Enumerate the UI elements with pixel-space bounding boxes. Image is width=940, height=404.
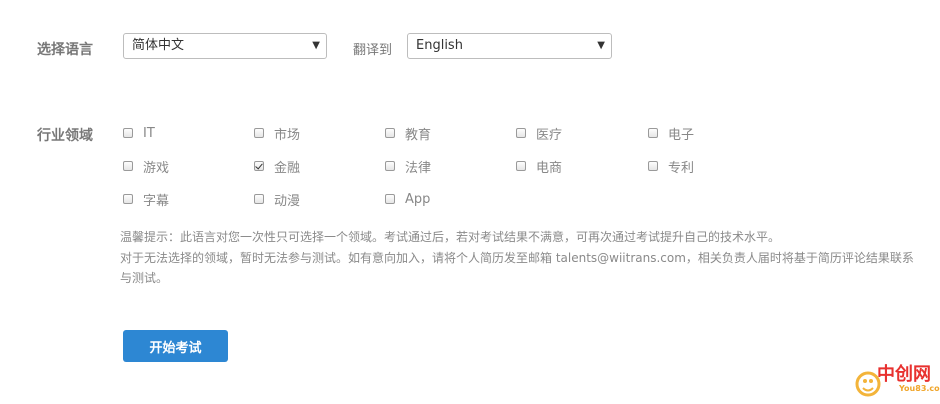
source-language-select[interactable]: 简体中文 ▼ bbox=[123, 33, 327, 59]
industry-checkbox[interactable] bbox=[516, 161, 526, 171]
language-label: 选择语言 bbox=[37, 42, 93, 58]
notice-line-1: 温馨提示：此语言对您一次性只可选择一个领域。考试通过后，若对考试结果不满意，可再… bbox=[120, 230, 781, 244]
target-language-select[interactable]: English ▼ bbox=[407, 33, 612, 59]
industry-option-label: 电商 bbox=[536, 160, 563, 176]
industry-checkbox[interactable] bbox=[254, 161, 264, 171]
industry-checkbox[interactable] bbox=[385, 128, 395, 138]
industry-option-label: 游戏 bbox=[143, 160, 170, 176]
industry-checkbox[interactable] bbox=[648, 161, 658, 171]
industry-option[interactable]: IT bbox=[123, 124, 155, 142]
industry-option[interactable]: 专利 bbox=[648, 157, 695, 176]
industry-checkbox[interactable] bbox=[123, 128, 133, 138]
industry-option[interactable]: 电子 bbox=[648, 124, 695, 143]
industry-checkbox[interactable] bbox=[385, 194, 395, 204]
industry-option-label: 电子 bbox=[668, 127, 695, 143]
notice-line-3: 与测试。 bbox=[120, 271, 169, 285]
dropdown-arrow-icon: ▼ bbox=[597, 40, 605, 51]
industry-option[interactable]: 字幕 bbox=[123, 190, 170, 209]
industry-checkbox[interactable] bbox=[254, 128, 264, 138]
industry-option-label: App bbox=[405, 191, 431, 207]
industry-option[interactable]: 教育 bbox=[385, 124, 432, 143]
industry-checkbox[interactable] bbox=[516, 128, 526, 138]
industry-checkbox[interactable] bbox=[254, 194, 264, 204]
industry-option[interactable]: 动漫 bbox=[254, 190, 301, 209]
industry-option-label: IT bbox=[143, 125, 155, 141]
notice-line-2: 对于无法选择的领域，暂时无法参与测试。如有意向加入，请将个人简历发至邮箱 tal… bbox=[120, 251, 914, 265]
watermark-subtext: You83.com bbox=[899, 384, 940, 393]
industry-option[interactable]: 金融 bbox=[254, 157, 301, 176]
target-language-value: English bbox=[416, 38, 463, 53]
industry-label: 行业领域 bbox=[37, 128, 93, 144]
watermark-text: 中创网 bbox=[877, 364, 931, 385]
industry-checkbox[interactable] bbox=[123, 194, 133, 204]
industry-option-label: 金融 bbox=[274, 160, 301, 176]
industry-option-label: 字幕 bbox=[143, 193, 170, 209]
industry-option-label: 教育 bbox=[405, 127, 432, 143]
industry-option-label: 医疗 bbox=[536, 127, 563, 143]
industry-option[interactable]: 法律 bbox=[385, 157, 432, 176]
industry-checkbox[interactable] bbox=[648, 128, 658, 138]
industry-option-label: 市场 bbox=[274, 127, 301, 143]
industry-option-label: 专利 bbox=[668, 160, 695, 176]
source-language-value: 简体中文 bbox=[132, 38, 185, 53]
industry-option[interactable]: 医疗 bbox=[516, 124, 563, 143]
industry-option[interactable]: 游戏 bbox=[123, 157, 170, 176]
industry-checkbox[interactable] bbox=[385, 161, 395, 171]
industry-checkbox[interactable] bbox=[123, 161, 133, 171]
industry-option-label: 动漫 bbox=[274, 193, 301, 209]
industry-option[interactable]: 市场 bbox=[254, 124, 301, 143]
dropdown-arrow-icon: ▼ bbox=[312, 40, 320, 51]
industry-option[interactable]: 电商 bbox=[516, 157, 563, 176]
industry-option[interactable]: App bbox=[385, 190, 430, 208]
industry-option-label: 法律 bbox=[405, 160, 432, 176]
start-exam-button[interactable]: 开始考试 bbox=[123, 330, 228, 362]
translate-to-label: 翻译到 bbox=[353, 43, 393, 58]
watermark-logo: 中创网 You83.com bbox=[855, 360, 940, 404]
